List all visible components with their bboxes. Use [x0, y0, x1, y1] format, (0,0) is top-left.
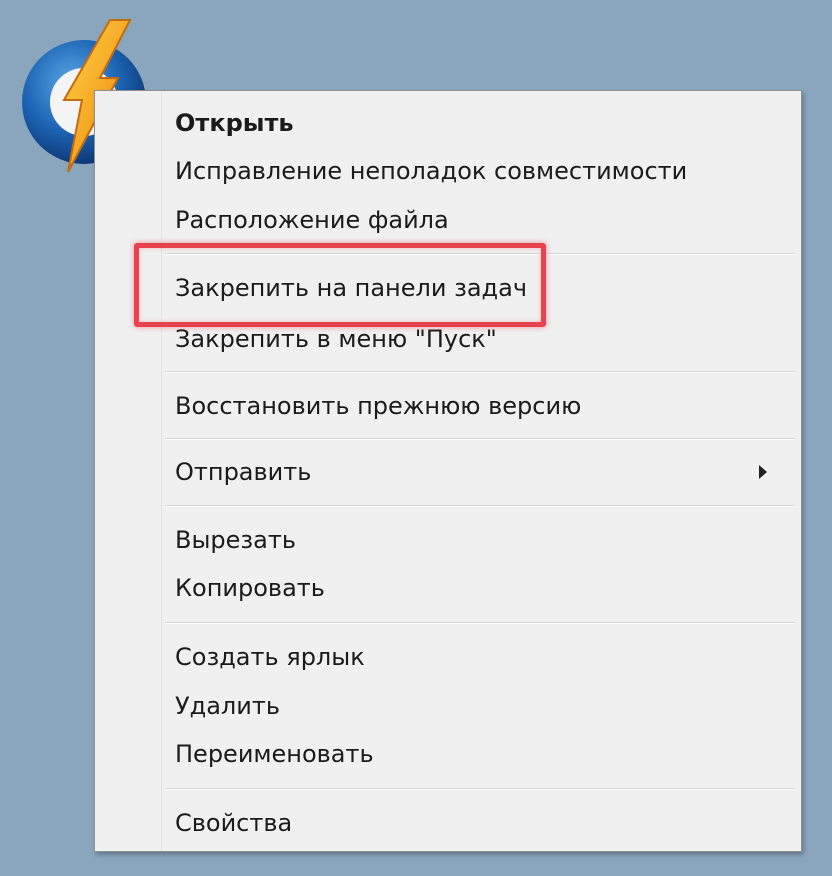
menu-separator [165, 253, 795, 255]
menu-item-create-shortcut[interactable]: Создать ярлык [175, 638, 789, 676]
submenu-arrow-icon [759, 465, 767, 479]
menu-item-troubleshoot-compatibility[interactable]: Исправление неполадок совместимости [175, 152, 789, 190]
menu-separator [165, 505, 795, 507]
menu-separator [165, 622, 795, 624]
menu-separator [165, 438, 795, 440]
menu-item-copy[interactable]: Копировать [175, 569, 789, 607]
menu-item-label: Отправить [175, 458, 312, 486]
menu-item-cut[interactable]: Вырезать [175, 521, 789, 559]
context-menu: Открыть Исправление неполадок совместимо… [94, 90, 802, 852]
menu-item-open-file-location[interactable]: Расположение файла [175, 201, 789, 239]
menu-separator [165, 371, 795, 373]
menu-item-rename[interactable]: Переименовать [175, 735, 789, 773]
menu-item-properties[interactable]: Свойства [175, 804, 789, 842]
menu-item-delete[interactable]: Удалить [175, 687, 789, 725]
menu-item-pin-to-taskbar[interactable]: Закрепить на панели задач [175, 269, 789, 307]
icon-gutter [95, 91, 162, 851]
menu-item-pin-to-start-menu[interactable]: Закрепить в меню "Пуск" [175, 320, 789, 358]
menu-item-restore-previous-versions[interactable]: Восстановить прежнюю версию [175, 387, 789, 425]
menu-item-open[interactable]: Открыть [175, 104, 789, 142]
menu-item-send-to[interactable]: Отправить [175, 453, 789, 491]
menu-separator [165, 788, 795, 790]
